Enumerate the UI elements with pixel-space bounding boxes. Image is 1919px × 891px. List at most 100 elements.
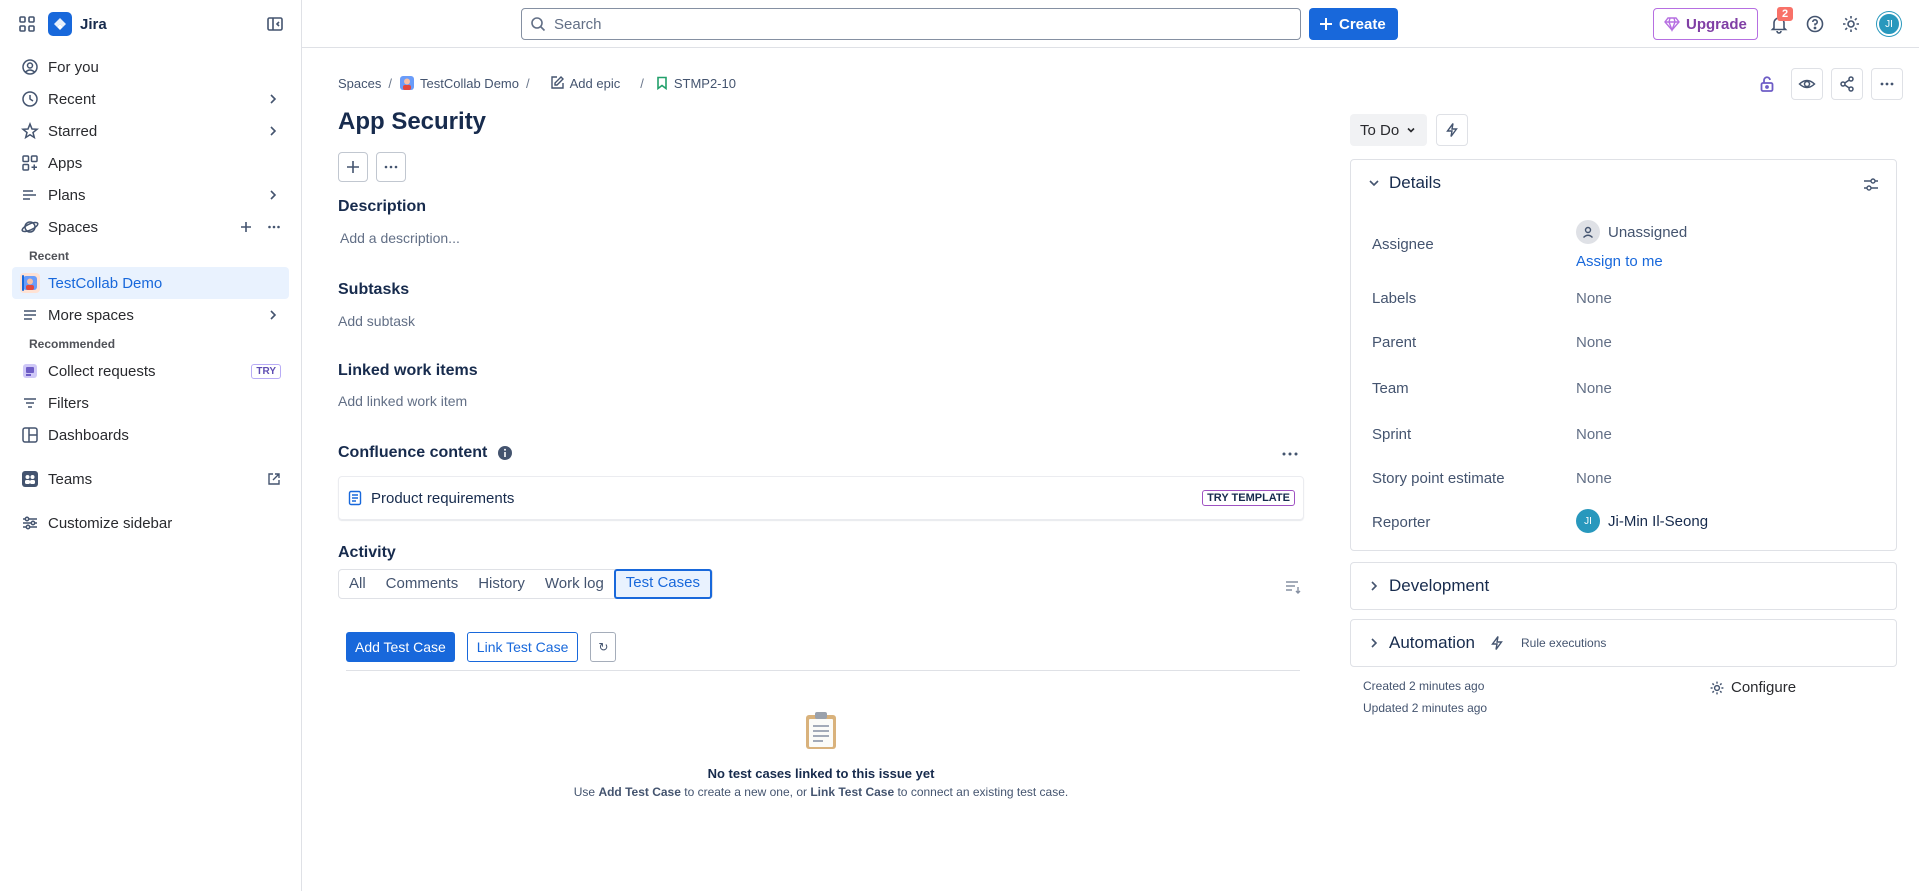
add-subtask-button[interactable]: Add subtask <box>338 313 415 329</box>
sidebar-item-filters[interactable]: Filters <box>12 387 289 419</box>
sidebar-item-collect-requests[interactable]: Collect requests TRY <box>12 355 289 387</box>
empty-text: to create a new one, or <box>680 785 811 799</box>
sort-icon[interactable] <box>1284 578 1302 596</box>
user-avatar[interactable]: JI <box>1877 12 1901 36</box>
chevron-right-icon[interactable] <box>265 187 281 203</box>
project-avatar-icon <box>20 273 40 293</box>
automation-heading: Automation <box>1389 633 1475 652</box>
app-switcher-icon[interactable] <box>18 15 36 33</box>
upgrade-button[interactable]: Upgrade <box>1653 8 1758 40</box>
details-header[interactable]: Details <box>1367 173 1441 193</box>
activity-heading: Activity <box>338 544 396 561</box>
sidebar-item-plans[interactable]: Plans <box>12 179 289 211</box>
tab-comments[interactable]: Comments <box>376 570 469 598</box>
automation-panel[interactable]: Automation Rule executions <box>1350 619 1897 667</box>
team-label: Team <box>1372 380 1409 397</box>
empty-text: to connect an existing test case. <box>894 785 1069 799</box>
chevron-right-icon[interactable] <box>265 91 281 107</box>
sprint-value[interactable]: None <box>1576 426 1612 443</box>
tab-all[interactable]: All <box>339 570 376 598</box>
gear-icon[interactable] <box>1841 14 1861 34</box>
sidebar-item-for-you[interactable]: For you <box>12 51 289 83</box>
collapse-sidebar-icon[interactable] <box>265 14 285 34</box>
sidebar-item-recent[interactable]: Recent <box>12 83 289 115</box>
parent-label: Parent <box>1372 334 1417 351</box>
assign-to-me-link[interactable]: Assign to me <box>1576 253 1663 270</box>
empty-text: Use <box>573 785 599 799</box>
chevron-down-icon <box>1367 176 1381 190</box>
more-icon[interactable] <box>267 220 281 234</box>
breadcrumb-spaces[interactable]: Spaces <box>338 76 381 91</box>
info-icon[interactable] <box>497 445 513 461</box>
configure-button[interactable]: Configure <box>1709 679 1796 696</box>
sidebar-item-starred[interactable]: Starred <box>12 115 289 147</box>
try-template-badge[interactable]: TRY TEMPLATE <box>1202 490 1295 506</box>
help-icon[interactable] <box>1805 14 1825 34</box>
eye-icon[interactable] <box>1791 68 1823 100</box>
status-dropdown[interactable]: To Do <box>1350 114 1428 146</box>
sidebar-item-dashboards[interactable]: Dashboards <box>12 419 289 451</box>
plans-icon <box>20 185 40 205</box>
sidebar-item-apps[interactable]: Apps <box>12 147 289 179</box>
breadcrumb-issue-key[interactable]: STMP2-10 <box>655 76 736 91</box>
add-test-case-button[interactable]: Add Test Case <box>346 632 455 662</box>
create-button[interactable]: Create <box>1309 8 1398 40</box>
recommended-heading: Recommended <box>29 337 116 351</box>
automation-header: Automation Rule executions <box>1367 633 1606 653</box>
sidebar-item-customize[interactable]: Customize sidebar <box>12 507 289 539</box>
issue-title[interactable]: App Security <box>338 108 486 136</box>
sidebar: Jira For you Recent Starred Apps Plans S… <box>0 0 302 891</box>
sidebar-item-testcollab-demo[interactable]: TestCollab Demo <box>12 267 289 299</box>
tab-history[interactable]: History <box>468 570 535 598</box>
assignee-field[interactable]: Unassigned <box>1576 220 1687 244</box>
confluence-more-icon[interactable] <box>1280 446 1300 462</box>
sidebar-item-more-spaces[interactable]: More spaces <box>12 299 289 331</box>
sprint-label: Sprint <box>1372 426 1412 443</box>
search-input[interactable]: Search <box>521 8 1301 40</box>
add-linked-work-item-button[interactable]: Add linked work item <box>338 393 467 409</box>
share-icon[interactable] <box>1831 68 1863 100</box>
empty-state-description: Use Add Test Case to create a new one, o… <box>338 785 1304 799</box>
sidebar-item-spaces[interactable]: Spaces <box>12 211 289 243</box>
planet-icon <box>20 217 40 237</box>
automation-button[interactable] <box>1436 114 1468 146</box>
recent-heading: Recent <box>29 249 70 263</box>
tab-test-cases[interactable]: Test Cases <box>613 569 712 599</box>
sidebar-item-label: Dashboards <box>48 426 129 444</box>
assignee-value: Unassigned <box>1608 223 1688 241</box>
empty-state-title: No test cases linked to this issue yet <box>707 766 935 781</box>
chevron-right-icon[interactable] <box>265 123 281 139</box>
breadcrumb-project[interactable]: TestCollab Demo <box>399 75 519 91</box>
parent-value[interactable]: None <box>1576 334 1612 351</box>
top-navigation: Search Create Upgrade 2 JI <box>302 0 1919 48</box>
field-config-icon[interactable] <box>1862 176 1880 194</box>
app-name[interactable]: Jira <box>80 16 107 33</box>
team-value[interactable]: None <box>1576 380 1612 397</box>
more-icon[interactable] <box>376 152 406 182</box>
add-icon[interactable] <box>338 152 368 182</box>
more-actions-icon[interactable] <box>1871 68 1903 100</box>
sidebar-item-label: For you <box>48 58 99 76</box>
chevron-right-icon[interactable] <box>265 307 281 323</box>
tab-work-log[interactable]: Work log <box>535 570 614 598</box>
lock-icon[interactable] <box>1751 68 1783 100</box>
chevron-down-icon <box>1405 124 1417 136</box>
labels-label: Labels <box>1372 290 1417 307</box>
product-requirements-row[interactable]: Product requirements TRY TEMPLATE <box>338 476 1304 520</box>
description-field[interactable]: Add a description... <box>340 230 460 246</box>
sidebar-item-label: Starred <box>48 122 98 140</box>
labels-value[interactable]: None <box>1576 290 1612 307</box>
add-space-icon[interactable] <box>239 220 253 234</box>
spaces-actions <box>239 220 281 234</box>
sidebar-item-teams[interactable]: Teams <box>12 463 289 495</box>
link-test-case-button[interactable]: Link Test Case <box>466 632 579 662</box>
jira-logo-icon[interactable] <box>48 12 72 36</box>
avatar: JI <box>1877 12 1901 36</box>
reporter-field[interactable]: JI Ji-Min Il-Seong <box>1576 509 1708 533</box>
add-epic-button[interactable]: Add epic <box>549 75 620 91</box>
story-point-value[interactable]: None <box>1576 470 1612 487</box>
refresh-button[interactable]: ↻ <box>590 632 617 662</box>
rule-executions-link[interactable]: Rule executions <box>1521 636 1606 650</box>
issue-view: Spaces / TestCollab Demo / Add epic / ST… <box>302 48 1919 891</box>
development-panel[interactable]: Development <box>1350 562 1897 610</box>
